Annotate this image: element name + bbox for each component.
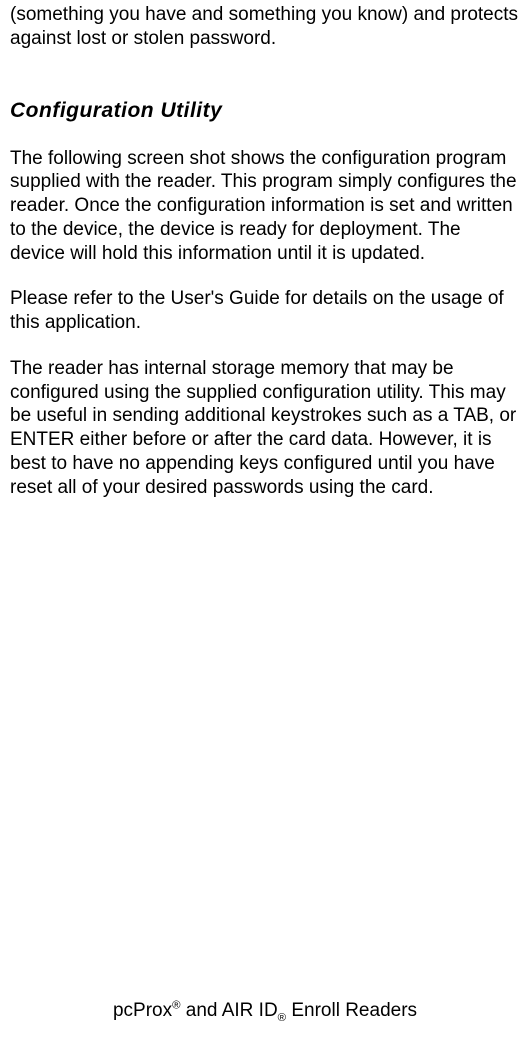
paragraph-1: The following screen shot shows the conf… (10, 147, 520, 266)
section-heading-configuration-utility: Configuration Utility (10, 99, 520, 123)
registered-mark-small-icon: ® (278, 1012, 286, 1024)
footer-text-prefix: pcProx (113, 1000, 172, 1021)
page-footer: pcProx® and AIR ID® Enroll Readers (0, 1000, 530, 1022)
footer-text-suffix: Enroll Readers (286, 1000, 417, 1021)
lead-fragment-paragraph: (something you have and something you kn… (10, 3, 520, 51)
document-page: (something you have and something you kn… (0, 3, 530, 1048)
registered-mark-icon: ® (172, 1000, 180, 1012)
paragraph-3: The reader has internal storage memory t… (10, 357, 520, 500)
paragraph-2: Please refer to the User's Guide for det… (10, 287, 520, 335)
footer-text-mid: and AIR ID (181, 1000, 278, 1021)
